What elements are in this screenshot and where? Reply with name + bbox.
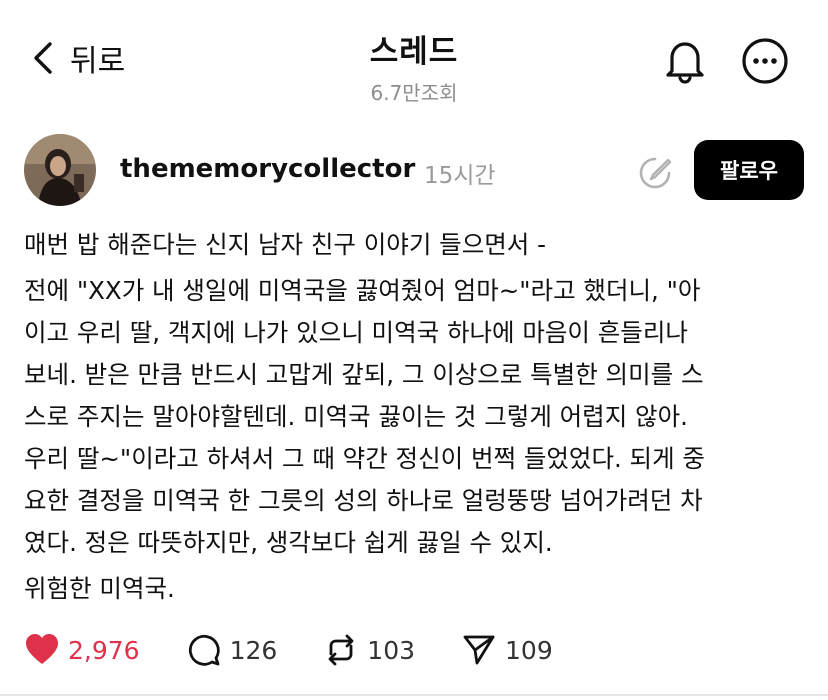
send-icon xyxy=(463,635,495,665)
post-author-row: thememorycollector 15시간 팔로우 xyxy=(0,128,828,212)
like-button[interactable]: 2,976 xyxy=(24,632,140,668)
post-line: 전에 "XX가 내 생일에 미역국을 끓여줬어 엄마~"라고 했더니, "아 xyxy=(24,276,701,305)
heart-filled-icon xyxy=(26,634,58,664)
avatar[interactable] xyxy=(24,134,96,206)
like-count: 2,976 xyxy=(68,635,140,665)
post-line: 매번 밥 해준다는 신지 남자 친구 이야기 들으면서 - xyxy=(24,230,546,259)
repost-icon xyxy=(328,634,354,666)
post-line: 이고 우리 딸, 객지에 나가 있으니 미역국 하나에 마음이 흔들리나 xyxy=(24,318,688,347)
post-text: 매번 밥 해준다는 신지 남자 친구 이야기 들으면서 - 전에 "XX가 내 … xyxy=(24,224,814,610)
comment-button[interactable]: 126 xyxy=(186,632,278,668)
username[interactable]: thememorycollector xyxy=(120,154,415,184)
more-options-icon[interactable] xyxy=(740,36,790,86)
comment-count: 126 xyxy=(229,635,278,665)
post-line: 였다. 정은 따뜻하지만, 생각보다 쉽게 끓일 수 있지. xyxy=(24,528,553,557)
post-line: 스로 주지는 말아야할텐데. 미역국 끓이는 것 그렇게 어렵지 않아. xyxy=(24,402,688,431)
share-count: 109 xyxy=(505,635,553,665)
share-button[interactable]: 109 xyxy=(461,632,553,668)
edit-circle-icon[interactable] xyxy=(638,156,672,190)
divider xyxy=(0,694,828,696)
post-line: 위험한 미역국. xyxy=(24,574,175,603)
comment-icon xyxy=(188,634,220,666)
post-timestamp: 15시간 xyxy=(424,163,496,189)
post-line: 요한 결정을 미역국 한 그릇의 성의 하나로 얼렁뚱땅 넘어가려던 차 xyxy=(24,486,703,515)
follow-button[interactable]: 팔로우 xyxy=(694,140,804,200)
post-actions: 2,976 126 103 109 xyxy=(24,628,599,672)
post-line: 보네. 받은 만큼 반드시 고맙게 갚되, 그 이상으로 특별한 의미를 스 xyxy=(24,360,704,389)
post-line: 우리 딸~"이라고 하셔서 그 때 약간 정신이 번쩍 들었었다. 되게 중 xyxy=(24,444,705,473)
repost-button[interactable]: 103 xyxy=(323,632,415,668)
repost-count: 103 xyxy=(367,635,416,665)
bell-icon[interactable] xyxy=(660,38,710,84)
top-bar: 뒤로 스레드 6.7만조회 xyxy=(0,0,828,110)
